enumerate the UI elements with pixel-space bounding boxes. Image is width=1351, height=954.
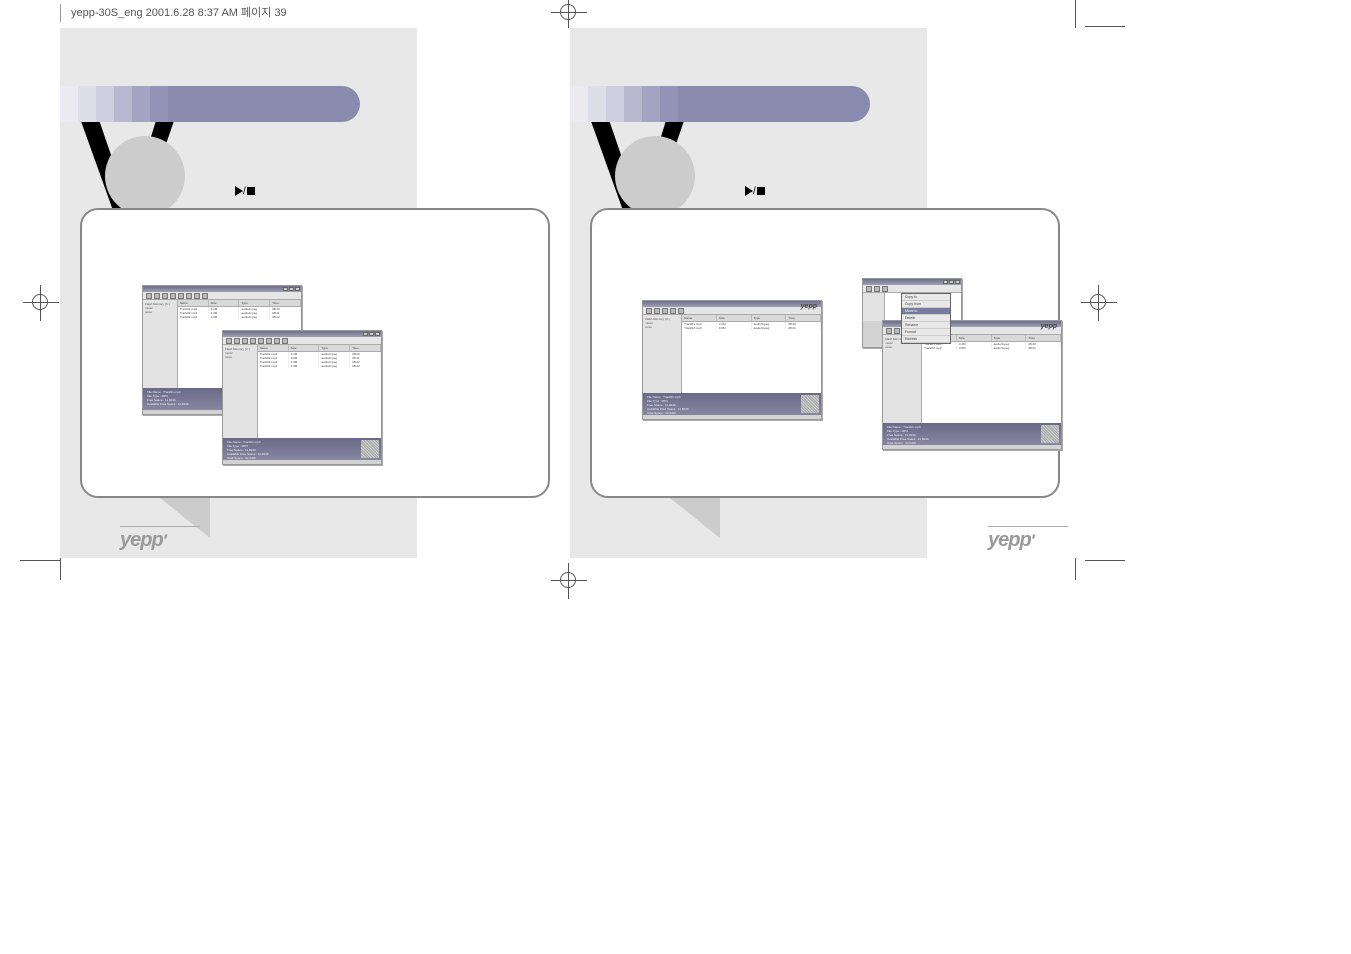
brand-logo-small: yepp <box>801 303 817 310</box>
menu-item-selected[interactable]: Move to <box>902 308 950 315</box>
registration-mark-right <box>1090 294 1106 310</box>
illustration-frame-left: Flash Memory (C:) music voice Name Size … <box>80 208 550 498</box>
play-icon <box>235 186 243 196</box>
menu-item[interactable]: Delete <box>902 315 950 322</box>
brand-logo: yepp <box>988 526 1068 552</box>
app-window-yepp-explorer: yepp Flash Memory (C:) music voice Name … <box>642 300 822 420</box>
bg-circle <box>105 136 185 216</box>
page-spread: y / Flash Memory (C:) music voice <box>60 28 1080 558</box>
context-menu[interactable]: Copy to Copy from Move to Delete Rename … <box>901 293 951 344</box>
app-window-context-parent: Copy to Copy from Move to Delete Rename … <box>862 278 962 348</box>
stop-icon <box>757 187 765 195</box>
crop-mark <box>1085 560 1125 561</box>
brand-logo-small: yepp <box>1041 323 1057 330</box>
bg-circle <box>615 136 695 216</box>
menu-item[interactable]: Copy from <box>902 301 950 308</box>
registration-mark-left <box>32 294 48 310</box>
gradient-bar <box>60 86 360 122</box>
page-right: y / yepp Flash Memory (C:) music <box>570 28 1080 558</box>
menu-item[interactable]: Refresh <box>902 336 950 343</box>
play-stop-glyph: / <box>745 186 765 197</box>
menu-item[interactable]: Format <box>902 329 950 336</box>
registration-mark-bottom <box>560 572 576 588</box>
format-status-icon <box>361 440 379 458</box>
stop-icon <box>247 187 255 195</box>
registration-mark-top <box>560 4 576 20</box>
imposition-header: yepp-30S_eng 2001.6.28 8:37 AM 페이지 39 <box>60 4 287 22</box>
crop-mark <box>20 560 60 561</box>
play-stop-glyph: / <box>235 186 255 197</box>
play-icon <box>745 186 753 196</box>
brand-logo: yepp <box>120 526 200 552</box>
app-window-explorer-front: Flash Memory (C:) music voice Name Size … <box>222 330 382 465</box>
page-left: y / Flash Memory (C:) music voice <box>60 28 570 558</box>
menu-item[interactable]: Copy to <box>902 294 950 301</box>
crop-mark <box>1085 26 1125 27</box>
illustration-frame-right: yepp Flash Memory (C:) music voice Name … <box>590 208 1060 498</box>
format-status-icon <box>1041 425 1059 443</box>
menu-item[interactable]: Rename <box>902 322 950 329</box>
format-status-icon <box>801 395 819 413</box>
gradient-bar <box>570 86 870 122</box>
